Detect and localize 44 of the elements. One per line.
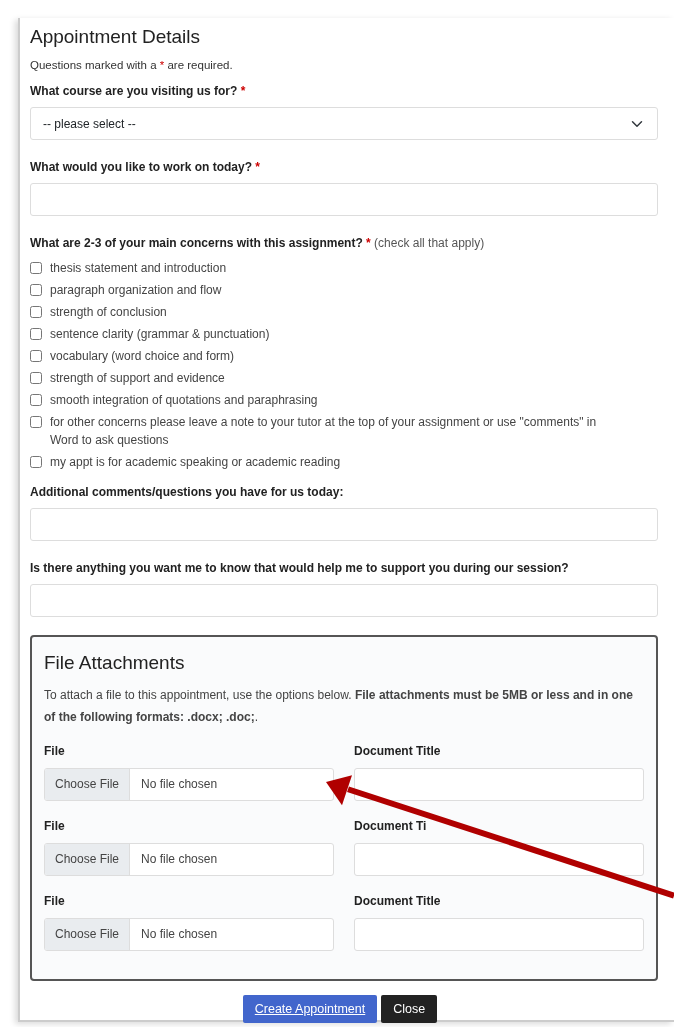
- checkbox-label: strength of support and evidence: [50, 370, 225, 388]
- document-title-label: Document Title: [354, 892, 442, 910]
- checkbox-label: my appt is for academic speaking or academic reading: [50, 454, 341, 472]
- document-title-label: Document Title: [354, 742, 442, 760]
- document-title-label: Document Ti: [354, 817, 428, 835]
- checkbox[interactable]: [30, 394, 42, 407]
- checkbox[interactable]: [30, 306, 42, 319]
- attachments-description: To attach a file to this appointment, use the options below. File attachments must be 5MB or less and in one of the following formats: .docx; .doc;.: [44, 686, 634, 726]
- checkbox[interactable]: [30, 456, 42, 469]
- checkbox[interactable]: [30, 350, 42, 363]
- text-field[interactable]: [30, 183, 658, 217]
- checkbox-label: strength of conclusion: [50, 304, 167, 322]
- document-title-field[interactable]: [354, 767, 644, 801]
- file-label: File: [44, 817, 66, 835]
- question-label: What are 2-3 of your main concerns with this assignment? * (check all that apply): [30, 235, 486, 253]
- file-input[interactable]: Choose File No file chosen: [44, 767, 334, 801]
- checkbox[interactable]: [30, 284, 42, 297]
- create-button[interactable]: Create Appointment: [242, 994, 378, 1024]
- course-select[interactable]: -- please select --: [30, 107, 658, 141]
- file-label: File: [44, 892, 66, 910]
- question-label: Additional comments/questions you have for us today:: [30, 484, 345, 502]
- checkbox-label: paragraph organization and flow: [50, 282, 222, 300]
- question-label: What would you like to work on today? *: [30, 159, 261, 177]
- file-input[interactable]: Choose File No file chosen: [44, 842, 334, 876]
- question-label: Is there anything you want me to know that would help me to support you during our session?: [30, 560, 570, 578]
- form-title: Appointment Details: [30, 26, 202, 49]
- document-title-field[interactable]: [354, 917, 644, 951]
- checkbox-label: thesis statement and introduction: [50, 260, 227, 278]
- required-note: Questions marked with a * are required.: [30, 57, 234, 73]
- checkbox[interactable]: [30, 416, 42, 429]
- question-label: What course are you visiting us for? *: [30, 83, 247, 101]
- file-label: File: [44, 742, 66, 760]
- checkbox[interactable]: [30, 372, 42, 385]
- file-input[interactable]: Choose File No file chosen: [44, 917, 334, 951]
- section-title: File Attachments: [44, 651, 186, 676]
- close-button[interactable]: Close: [381, 994, 438, 1024]
- checkbox[interactable]: [30, 262, 42, 275]
- checkbox-label: smooth integration of quotations and paraphrasing: [50, 392, 318, 410]
- text-field[interactable]: [30, 584, 658, 618]
- checkbox-label: vocabulary (word choice and form): [50, 348, 235, 366]
- document-title-field[interactable]: [354, 842, 644, 876]
- text-field[interactable]: [30, 508, 658, 542]
- checkbox[interactable]: [30, 328, 42, 341]
- checkbox-label: sentence clarity (grammar & punctuation): [50, 326, 270, 344]
